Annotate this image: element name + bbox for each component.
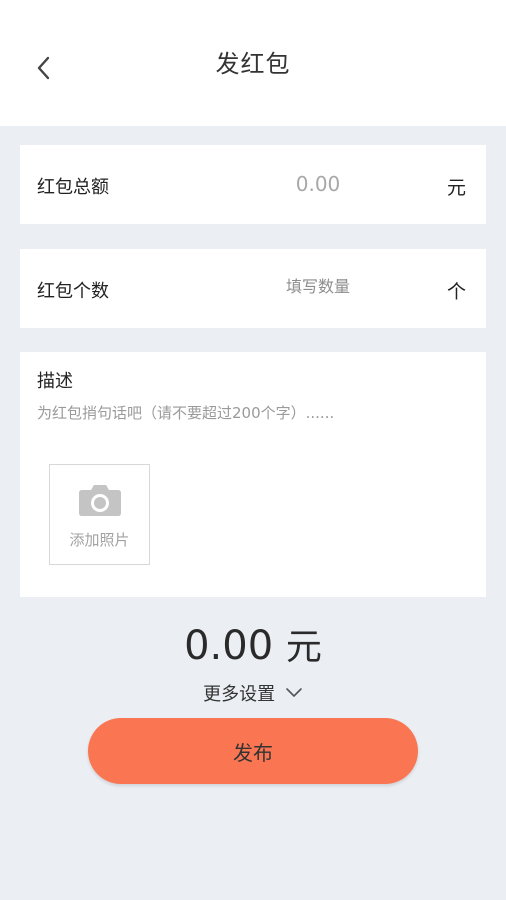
add-photo-button[interactable]: 添加照片	[49, 464, 150, 565]
chevron-down-icon	[286, 688, 302, 697]
more-settings-toggle[interactable]: 更多设置	[0, 680, 506, 706]
count-unit: 个	[446, 281, 466, 303]
description-input[interactable]	[37, 402, 467, 432]
amount-input[interactable]	[256, 171, 380, 197]
description-card: 描述 添加照片	[20, 352, 486, 597]
page-title: 发红包	[215, 50, 291, 78]
publish-button[interactable]: 发布	[88, 718, 418, 784]
camera-icon	[79, 485, 121, 516]
total-amount-value: 0.00	[184, 623, 274, 669]
amount-label: 红包总额	[37, 177, 109, 198]
count-row: 红包个数 个	[20, 249, 486, 328]
total-amount-currency: 元	[285, 627, 322, 668]
count-label: 红包个数	[37, 281, 109, 302]
total-amount: 0.00 元	[0, 618, 506, 670]
amount-row: 红包总额 元	[20, 145, 486, 224]
count-input[interactable]	[256, 276, 380, 297]
app-header: 发红包	[0, 0, 506, 126]
description-title: 描述	[37, 371, 73, 392]
add-photo-label: 添加照片	[69, 531, 130, 549]
more-settings-label: 更多设置	[203, 684, 276, 705]
amount-unit: 元	[446, 177, 466, 199]
